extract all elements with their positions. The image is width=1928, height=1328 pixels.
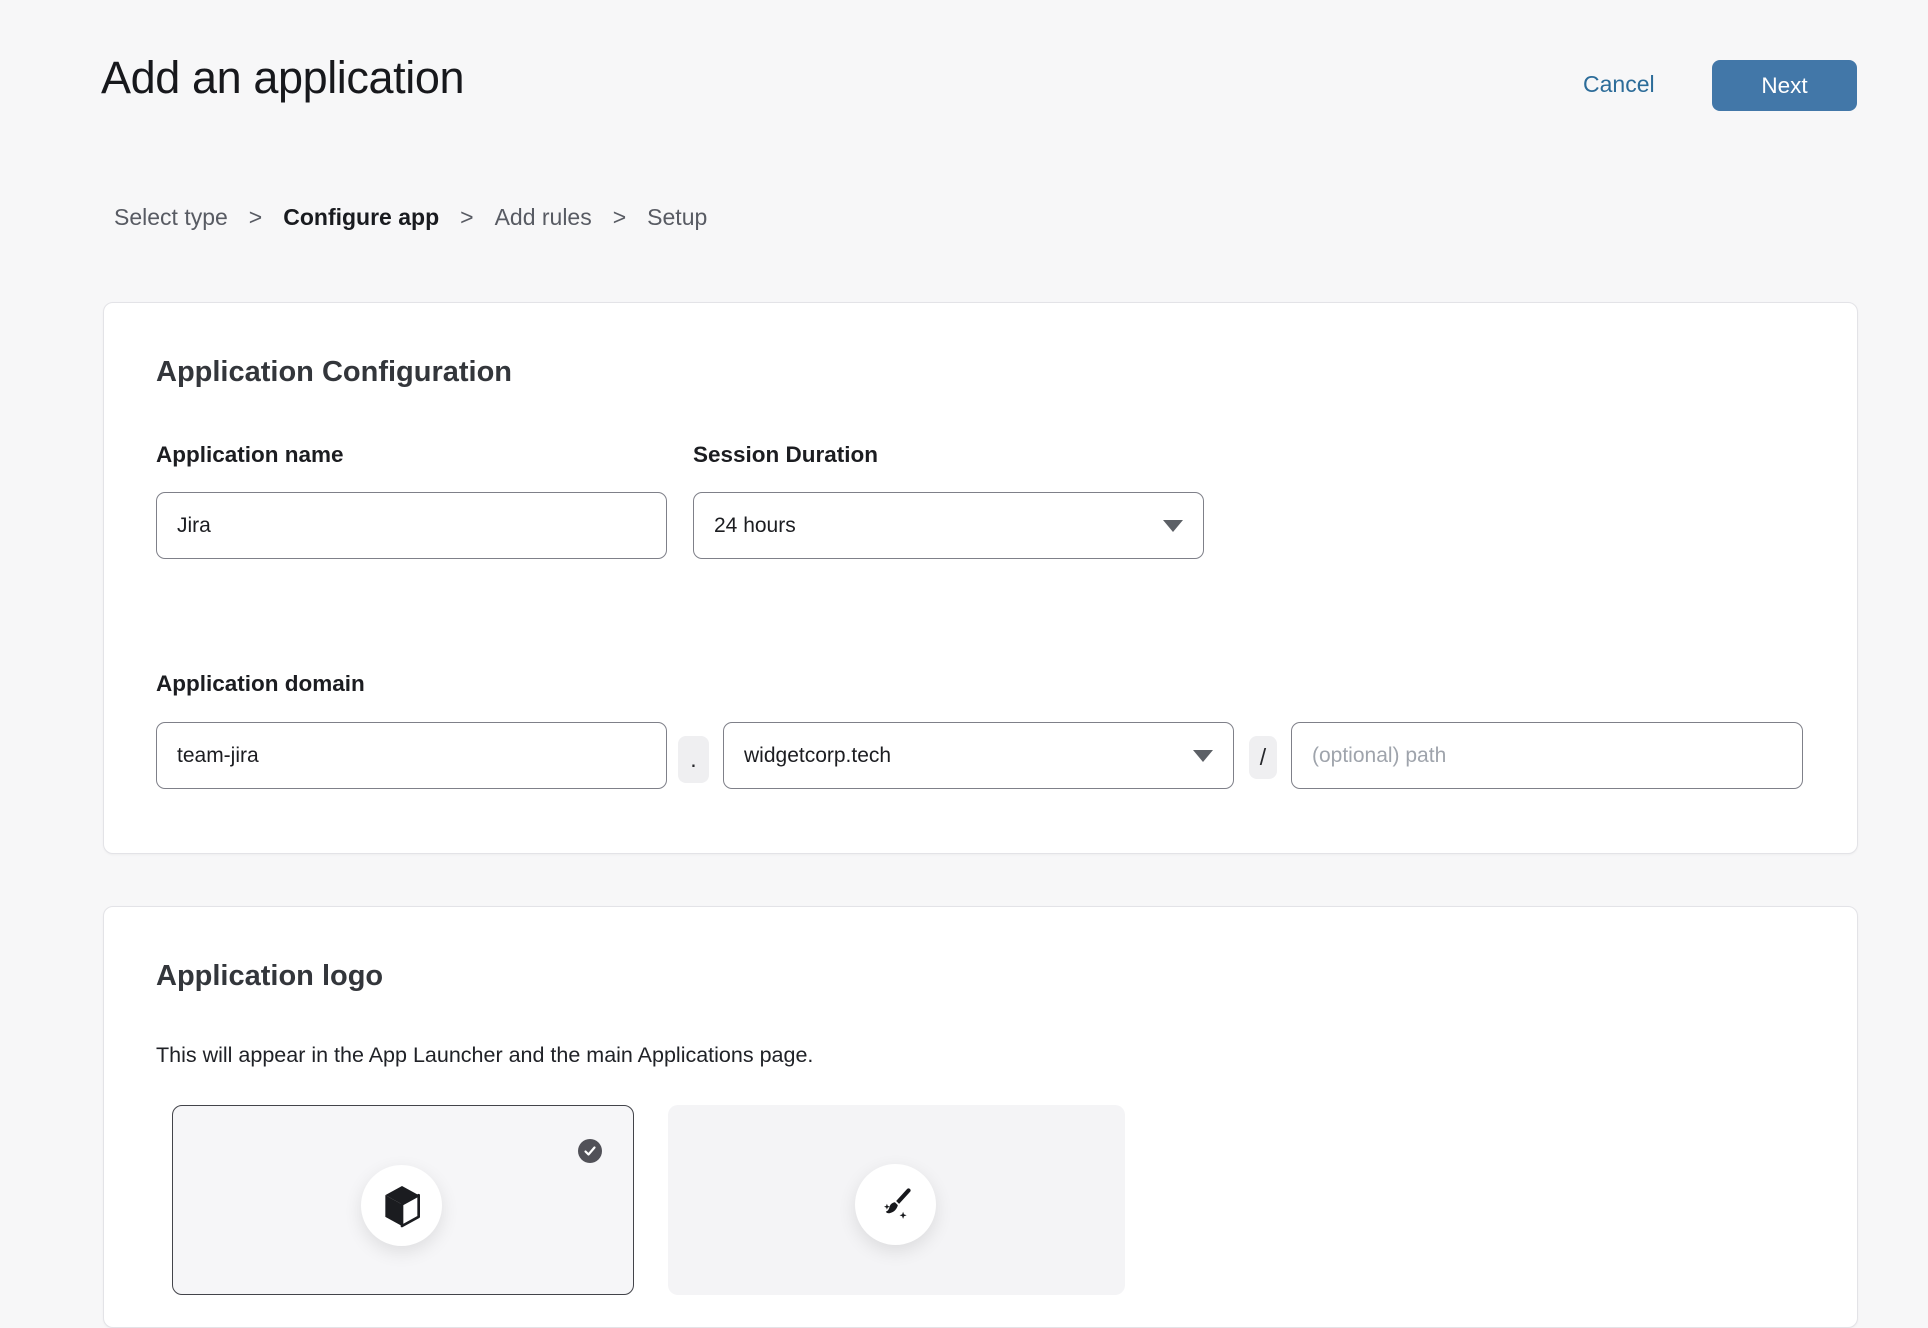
chevron-down-icon: [1193, 750, 1213, 762]
application-logo-card: Application logo This will appear in the…: [103, 906, 1858, 1328]
application-name-input[interactable]: [156, 492, 667, 559]
cube-icon: [382, 1184, 422, 1228]
logo-option-default[interactable]: [172, 1105, 634, 1295]
check-icon: [578, 1139, 602, 1163]
domain-value: widgetcorp.tech: [744, 744, 1181, 768]
session-duration-label: Session Duration: [693, 442, 878, 468]
default-logo-circle: [361, 1165, 442, 1246]
breadcrumb-step-add-rules[interactable]: Add rules: [495, 204, 592, 231]
subdomain-input[interactable]: [156, 722, 667, 789]
breadcrumb-step-setup[interactable]: Setup: [647, 204, 707, 231]
paintbrush-icon: [876, 1185, 916, 1225]
next-button[interactable]: Next: [1712, 60, 1857, 111]
breadcrumb-step-configure-app: Configure app: [283, 204, 439, 231]
breadcrumb-separator: >: [613, 204, 626, 231]
domain-dot-separator: .: [678, 736, 709, 783]
breadcrumb-step-select-type[interactable]: Select type: [114, 204, 228, 231]
cancel-button[interactable]: Cancel: [1583, 71, 1655, 98]
logo-option-custom[interactable]: [668, 1105, 1125, 1295]
logo-heading: Application logo: [156, 960, 383, 993]
page-title: Add an application: [101, 52, 464, 104]
chevron-down-icon: [1163, 520, 1183, 532]
application-name-label: Application name: [156, 442, 344, 468]
breadcrumb-separator: >: [460, 204, 473, 231]
path-input[interactable]: [1291, 722, 1803, 789]
path-slash-separator: /: [1249, 736, 1277, 779]
domain-select[interactable]: widgetcorp.tech: [723, 722, 1234, 789]
application-configuration-card: Application Configuration Application na…: [103, 302, 1858, 854]
session-duration-value: 24 hours: [714, 514, 1151, 538]
breadcrumb: Select type > Configure app > Add rules …: [114, 204, 707, 231]
breadcrumb-separator: >: [249, 204, 262, 231]
session-duration-select[interactable]: 24 hours: [693, 492, 1204, 559]
configuration-heading: Application Configuration: [156, 356, 512, 389]
custom-logo-circle: [855, 1164, 936, 1245]
application-domain-label: Application domain: [156, 671, 365, 697]
logo-description: This will appear in the App Launcher and…: [156, 1043, 813, 1068]
